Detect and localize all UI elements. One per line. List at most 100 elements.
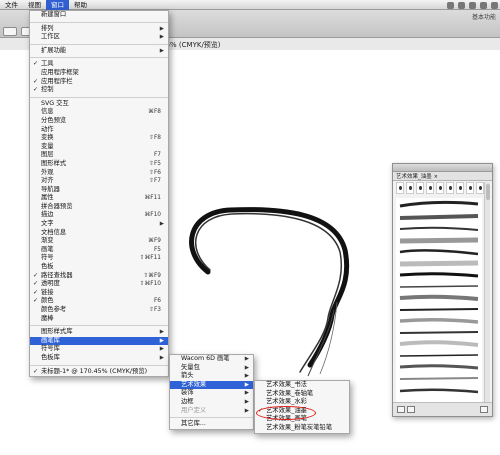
panel-titlebar[interactable] [393, 164, 492, 172]
menu-item-shortcut: ⌘F10 [144, 212, 161, 219]
menu-item-shortcut: ⇧F8 [149, 135, 161, 142]
panel-tab-label: 艺术效果_油墨 [396, 174, 432, 180]
menu-item[interactable]: 图形样式库 ▶ [30, 328, 168, 337]
menu-item[interactable]: 艺术效果_卷轴笔 [255, 390, 349, 399]
menu-item[interactable]: 属性 ⌘F11 [30, 194, 168, 203]
library-menu-icon[interactable] [397, 406, 405, 413]
brush-swatch[interactable] [476, 182, 484, 194]
menu-item[interactable]: 装饰 ▶ [170, 389, 253, 398]
control-field[interactable] [3, 27, 17, 36]
menu-item[interactable]: 图形样式 ⇧F5 [30, 160, 168, 169]
menu-item[interactable]: 描边 ⌘F10 [30, 211, 168, 220]
brush-swatch[interactable] [396, 182, 404, 194]
menu-item[interactable]: ✓ 未标题-1* @ 170.45% (CMYK/预览) [30, 368, 168, 377]
menu-item-label: 符号 [41, 254, 54, 262]
menu-item[interactable]: 变换 ⇧F8 [30, 134, 168, 143]
brush-swatch[interactable] [446, 182, 454, 194]
menu-item[interactable]: 文字 ▶ [30, 220, 168, 229]
menu-item[interactable]: 渐变 ⌘F9 [30, 237, 168, 246]
submenu-arrow-icon: ▶ [244, 356, 249, 362]
menu-item[interactable]: 艺术效果_粉笔炭笔铅笔 [255, 424, 349, 433]
brush-swatch[interactable] [426, 182, 434, 194]
menu-item[interactable]: 艺术效果_水彩 [255, 398, 349, 407]
menu-item[interactable]: 文档信息 [30, 229, 168, 238]
checkmark-icon: ✓ [33, 280, 39, 288]
menu-item[interactable]: 颜色参考 ⇧F3 [30, 306, 168, 315]
menu-item[interactable]: 导航器 [30, 186, 168, 195]
menu-item-label: 装饰 [181, 389, 194, 397]
brush-swatch[interactable] [406, 182, 414, 194]
menu-item[interactable]: 动作 [30, 126, 168, 135]
brush-swatch[interactable] [436, 182, 444, 194]
menu-item[interactable]: 应用程序框架 [30, 69, 168, 78]
menu-item[interactable]: 排列 ▶ [30, 25, 168, 34]
menu-item-label: 拼合器预览 [41, 202, 73, 210]
menu-help[interactable]: 帮助 [69, 0, 92, 10]
menu-item-label: 分色预览 [41, 116, 67, 124]
menu-item[interactable]: 箭头 ▶ [170, 372, 253, 381]
menu-item[interactable]: 艺术效果_书法 [255, 381, 349, 390]
menu-item-shortcut: ⇧F3 [149, 307, 161, 313]
brush-swatch[interactable] [456, 182, 464, 194]
menu-item-label: 对齐 [41, 177, 54, 185]
menu-item-label: 外观 [41, 168, 54, 176]
menu-item[interactable]: 图层 F7 [30, 151, 168, 160]
menu-item[interactable]: 符号 ⇧⌘F11 [30, 254, 168, 263]
menu-item[interactable]: ✓ 颜色 F6 [30, 297, 168, 306]
menu-item[interactable]: ✓ 透明度 ⇧⌘F10 [30, 280, 168, 289]
battery-icon[interactable] [480, 1, 487, 9]
tray-icon[interactable] [458, 1, 465, 9]
tray-icon[interactable] [447, 1, 454, 9]
brush-panel[interactable]: 艺术效果_油墨 × [392, 163, 493, 417]
menu-item[interactable]: 符号库 ▶ [30, 345, 168, 354]
menu-item[interactable]: 外观 ⇧F6 [30, 169, 168, 178]
menu-item[interactable]: 信息 ⌘F8 [30, 108, 168, 117]
menu-item-label: 工作区 [41, 33, 60, 41]
menu-item-label: 路径查找器 [41, 271, 73, 279]
menu-window[interactable]: 窗口 [46, 0, 69, 10]
brush-stroke-previews[interactable] [396, 198, 482, 403]
brush-swatch[interactable] [466, 182, 474, 194]
menu-item[interactable]: 魔棒 [30, 315, 168, 324]
menu-item[interactable]: 其它库... [170, 420, 253, 429]
menu-item-label: 艺术效果_书法 [266, 381, 307, 388]
menu-file[interactable]: 文件 [0, 0, 23, 10]
brush-options-icon[interactable] [407, 406, 415, 413]
wifi-icon[interactable] [469, 1, 476, 9]
menu-item[interactable]: ✓ 工具 [30, 60, 168, 69]
menu-item[interactable]: 工作区 ▶ [30, 33, 168, 42]
menu-item[interactable]: 色板库 ▶ [30, 354, 168, 363]
menu-item[interactable]: 色板 [30, 263, 168, 272]
menu-item[interactable]: ✓ 控制 [30, 86, 168, 95]
ink-brush-stroke[interactable] [160, 190, 360, 380]
menu-item-label: 排列 [41, 24, 54, 32]
workspace-switcher[interactable]: 基本功能 [472, 12, 496, 21]
menu-item[interactable]: 分色预览 [30, 117, 168, 126]
brush-swatch[interactable] [416, 182, 424, 194]
spotlight-icon[interactable] [491, 1, 498, 9]
menu-item[interactable]: 矢量包 ▶ [170, 364, 253, 373]
menu-item[interactable]: Wacom 6D 画笔 ▶ [170, 355, 253, 364]
submenu-arrow-icon: ▶ [159, 47, 164, 54]
submenu-arrow-icon: ▶ [244, 398, 249, 405]
menu-item-label: 未标题-1* @ 170.45% (CMYK/预览) [41, 367, 148, 375]
menu-view[interactable]: 视图 [23, 0, 46, 10]
menu-item[interactable]: 对齐 ⇧F7 [30, 177, 168, 186]
menu-item-shortcut: ⌘F8 [148, 109, 161, 116]
panel-tab[interactable]: 艺术效果_油墨 × [393, 172, 492, 181]
scrollbar-thumb[interactable] [486, 184, 490, 200]
menu-item-shortcut: ⇧⌘F9 [143, 272, 161, 279]
menu-item-label: 颜色参考 [41, 306, 67, 313]
panel-scrollbar[interactable] [484, 182, 490, 403]
menu-item-label: 描边 [41, 211, 54, 219]
checkmark-icon: ✓ [33, 297, 39, 305]
close-icon[interactable]: × [434, 174, 438, 180]
menu-item[interactable]: ✓ 应用程序栏 [30, 78, 168, 87]
menu-item[interactable]: 扩展功能 ▶ [30, 47, 168, 56]
menu-item[interactable]: ✓ 路径查找器 ⇧⌘F9 [30, 272, 168, 281]
checkmark-icon: ✓ [33, 86, 39, 94]
menu-item[interactable]: 新建窗口 [30, 11, 168, 20]
menu-item-label: 图层 [41, 151, 54, 159]
trash-icon[interactable] [480, 406, 488, 413]
menu-item[interactable]: 边框 ▶ [170, 398, 253, 407]
